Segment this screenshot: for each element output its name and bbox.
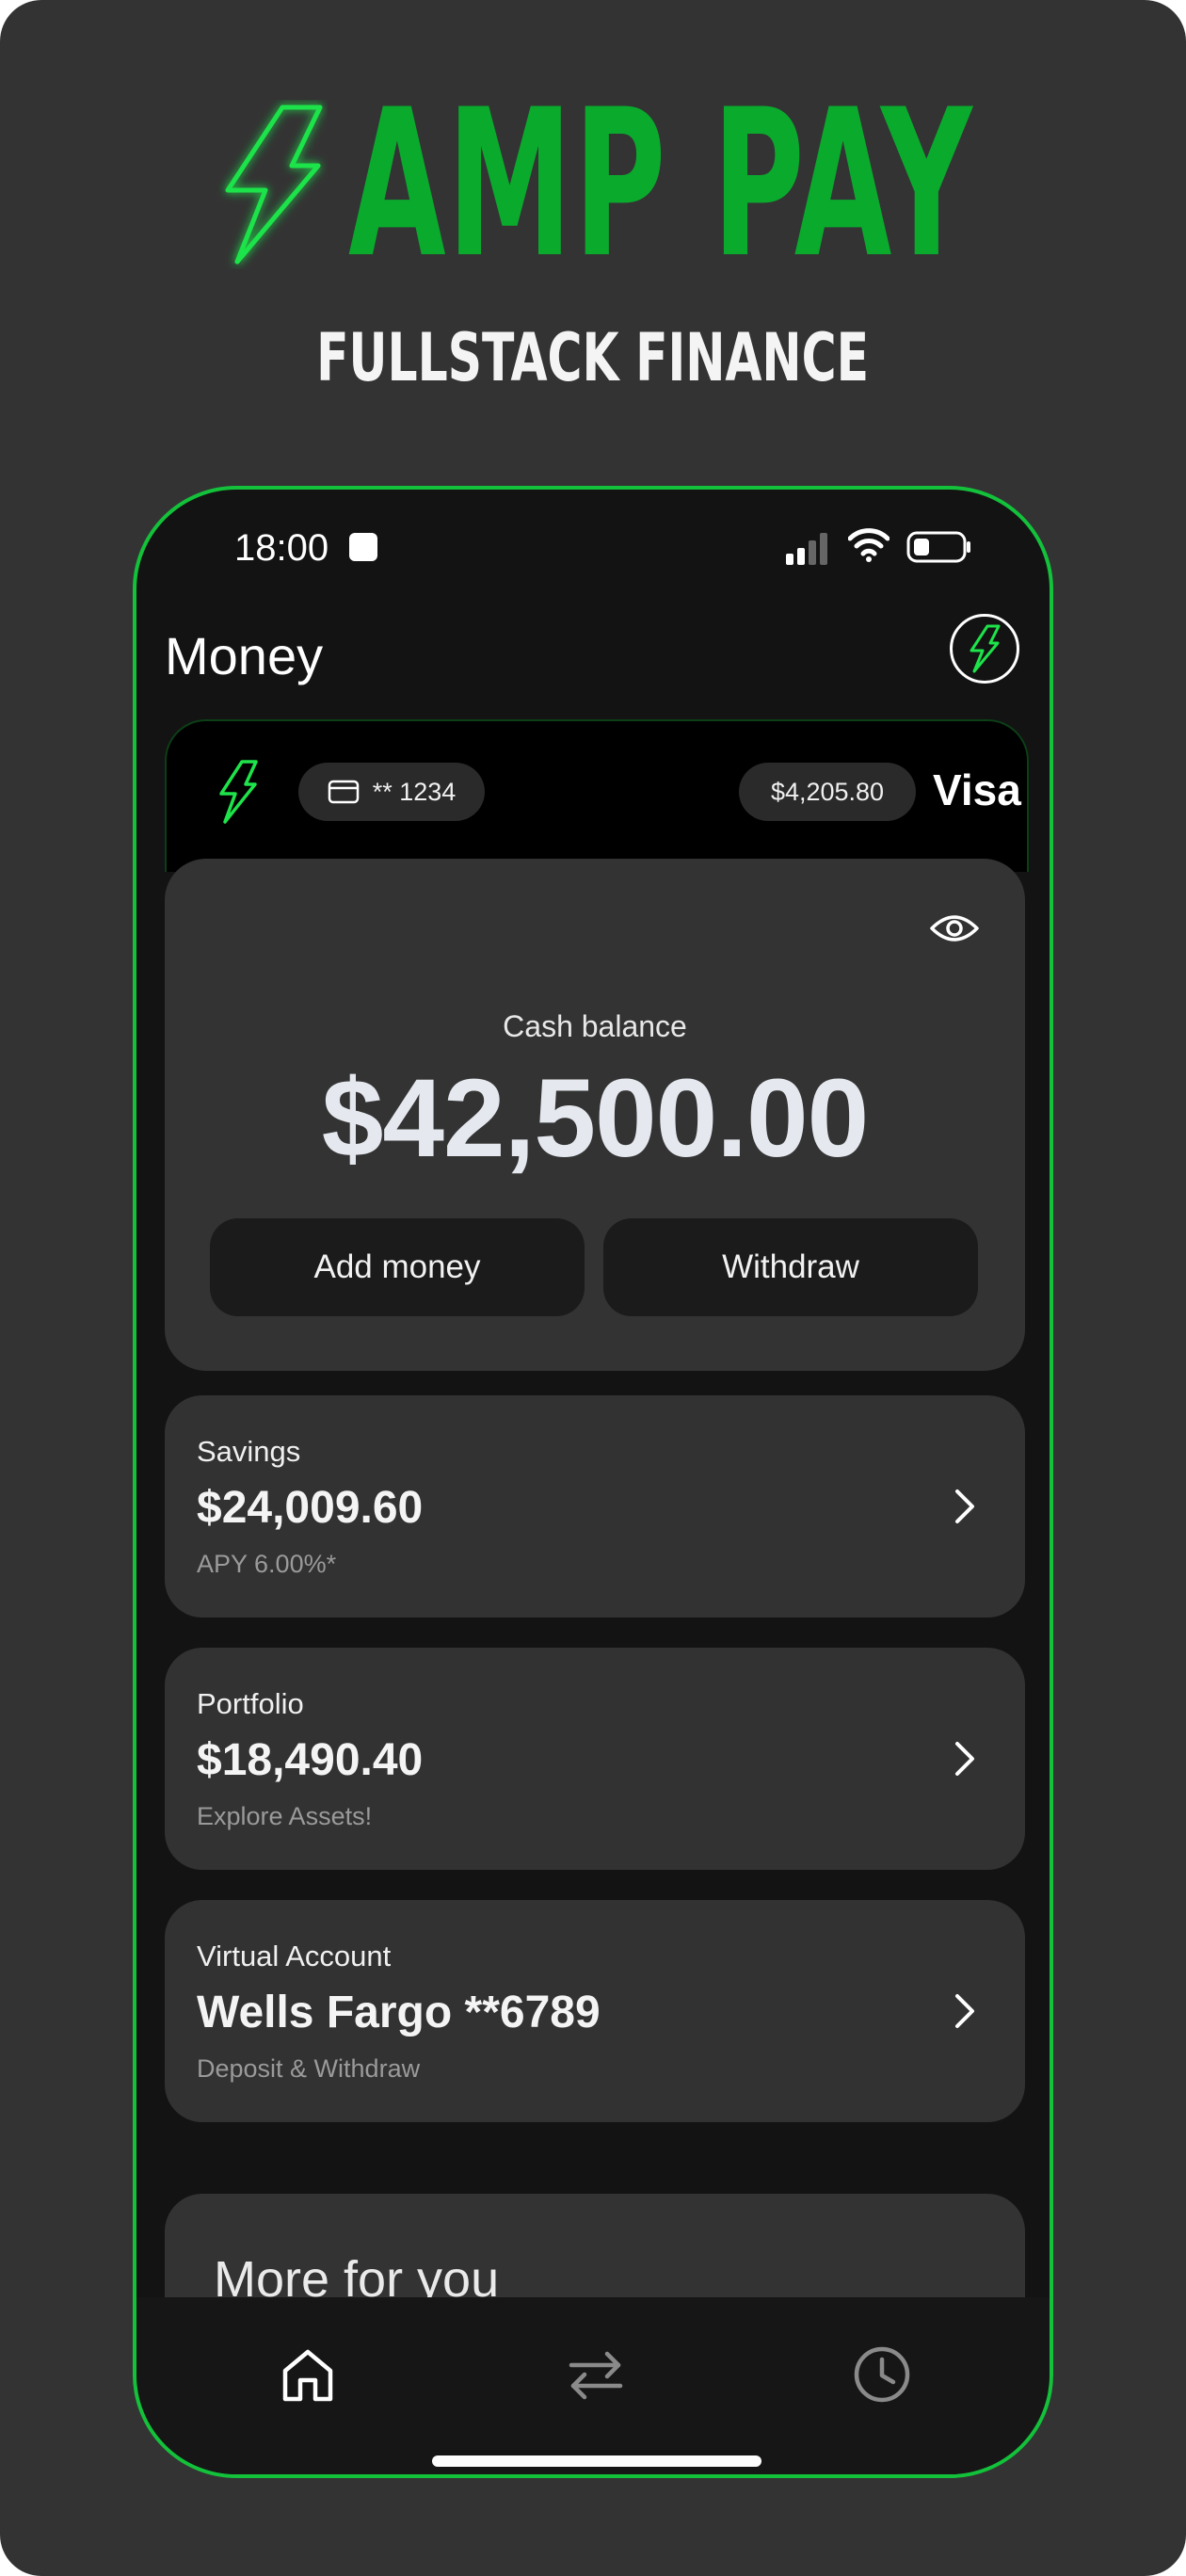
add-money-button[interactable]: Add money	[210, 1218, 585, 1316]
chevron-right-icon	[955, 1489, 974, 1523]
cellular-signal-icon	[786, 533, 827, 565]
card-strip[interactable]: ** 1234 $4,205.80 Visa	[165, 719, 1029, 872]
wifi-icon	[848, 528, 890, 562]
eye-icon[interactable]	[929, 910, 980, 947]
screen-record-icon	[349, 533, 377, 561]
card-balance-pill[interactable]: $4,205.80	[739, 763, 916, 821]
balance-value: $42,500.00	[321, 1056, 870, 1181]
brand-header: AMP PAY	[0, 66, 1186, 302]
status-time: 18:00	[234, 527, 329, 569]
home-icon[interactable]	[278, 2344, 338, 2405]
account-value: $24,009.60	[197, 1483, 424, 1533]
lightning-bolt-icon	[970, 624, 1001, 673]
card-balance: $4,205.80	[770, 777, 885, 806]
status-bar: 18:00	[136, 490, 1050, 612]
brand-title: AMP PAY	[348, 66, 974, 302]
cash-balance-card: Cash balance $42,500.00 Add money Withdr…	[165, 859, 1025, 1371]
card-number-pill[interactable]: ** 1234	[298, 763, 485, 821]
home-indicator[interactable]	[432, 2455, 761, 2467]
phone-screen: 18:00 Money ** 1234 $4,205.80 Visa Cash …	[133, 486, 1053, 2478]
account-subtitle: Explore Assets!	[197, 1802, 373, 1830]
brand-tagline-text: FULLSTACK FINANCE	[316, 319, 870, 396]
lightning-bolt-icon	[219, 760, 258, 824]
app-poster: AMP PAY FULLSTACK FINANCE 18:00 Money **…	[0, 0, 1186, 2576]
account-value: $18,490.40	[197, 1735, 424, 1785]
balance-label: Cash balance	[503, 1009, 687, 1043]
account-subtitle: APY 6.00%*	[197, 1550, 337, 1578]
account-label: Portfolio	[197, 1687, 304, 1720]
virtual-account-card[interactable]: Virtual Account Wells Fargo **6789 Depos…	[165, 1900, 1025, 2122]
card-number: ** 1234	[372, 777, 457, 806]
card-network-logo: Visa	[933, 765, 1021, 814]
savings-card[interactable]: Savings $24,009.60 APY 6.00%*	[165, 1395, 1025, 1618]
battery-icon	[906, 531, 970, 563]
brand-tagline: FULLSTACK FINANCE	[0, 320, 1186, 395]
lightning-bolt-icon	[225, 105, 323, 265]
withdraw-button[interactable]: Withdraw	[603, 1218, 978, 1316]
transfer-icon[interactable]	[566, 2344, 626, 2405]
account-label: Savings	[197, 1435, 301, 1468]
page-title: Money	[165, 626, 324, 685]
account-label: Virtual Account	[197, 1940, 392, 1972]
tab-bar	[136, 2297, 1050, 2474]
account-value: Wells Fargo **6789	[197, 1988, 601, 2037]
account-subtitle: Deposit & Withdraw	[197, 2054, 421, 2083]
credit-card-icon	[328, 780, 359, 804]
profile-button[interactable]	[950, 614, 1019, 684]
portfolio-card[interactable]: Portfolio $18,490.40 Explore Assets!	[165, 1648, 1025, 1870]
chevron-right-icon	[955, 1994, 974, 2028]
chevron-right-icon	[955, 1742, 974, 1776]
clock-icon[interactable]	[852, 2344, 912, 2405]
